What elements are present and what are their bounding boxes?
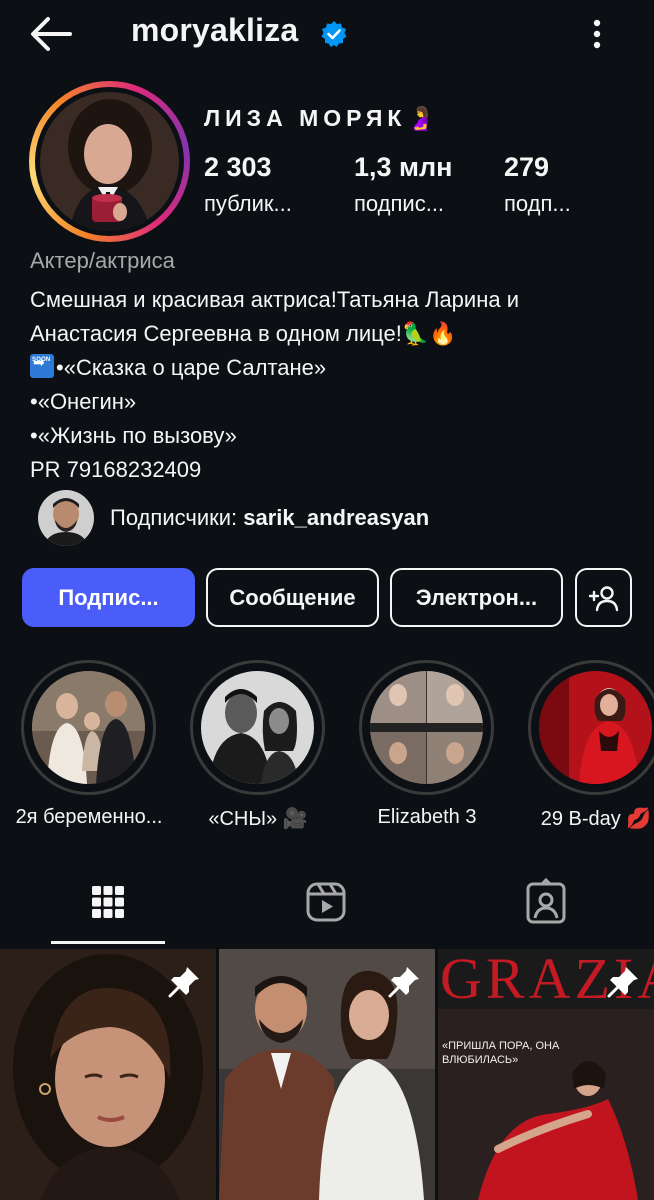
active-tab-indicator	[51, 941, 165, 944]
magazine-headline: «ПРИШЛА ПОРА, ОНА ВЛЮБИЛАСЬ»	[442, 1040, 560, 1066]
post-thumbnail[interactable]	[0, 949, 216, 1200]
profile-tabs	[0, 858, 654, 946]
bio-line: •«Онегин»	[30, 389, 137, 414]
pinned-post-icon	[388, 967, 419, 998]
display-name-text: ЛИЗА МОРЯК	[204, 105, 407, 131]
pinned-post-icon	[168, 967, 199, 998]
post-thumbnail[interactable]: GRAZIA «ПРИШЛА ПОРА, ОНА ВЛЮБИЛАСЬ»	[438, 949, 654, 1200]
highlight-label: 29 B-day 💋	[540, 808, 652, 830]
stat-posts[interactable]: 2 303 публик...	[204, 152, 292, 217]
stat-following-label: подп...	[504, 191, 571, 216]
tagged-icon[interactable]	[522, 878, 570, 926]
profile-header: moryakliza	[0, 0, 654, 66]
highlight-cover	[539, 671, 652, 784]
pregnant-emoji-icon: 🤰	[406, 105, 436, 131]
reels-icon[interactable]	[302, 878, 350, 926]
profile-display-name: ЛИЗА МОРЯК🤰	[204, 105, 435, 132]
suggest-users-button[interactable]	[575, 568, 632, 627]
posts-grid: GRAZIA «ПРИШЛА ПОРА, ОНА ВЛЮБИЛАСЬ»	[0, 949, 654, 1200]
bio-line: Смешная и красивая актриса!Татьяна Ларин…	[30, 287, 519, 312]
mutual-follower-avatar	[38, 490, 94, 546]
mutual-follower-username: sarik_andreasyan	[243, 505, 430, 530]
bio-line: Анастасия Сергеевна в одном лице!🦜🔥	[30, 321, 457, 346]
stat-following[interactable]: 279 подп...	[504, 152, 571, 217]
stat-posts-count: 2 303	[204, 152, 272, 182]
grid-icon[interactable]	[84, 878, 132, 926]
stat-followers[interactable]: 1,3 млн подпис...	[354, 152, 452, 217]
arrow-left-icon[interactable]	[28, 14, 74, 54]
add-person-icon	[588, 585, 618, 611]
mutual-followers-text: Подписчики: sarik_andreasyan	[110, 505, 430, 530]
bio-line: •«Жизнь по вызову»	[30, 423, 237, 448]
email-button[interactable]: Электрон...	[390, 568, 563, 627]
stat-followers-label: подпис...	[354, 191, 445, 216]
soon-arrow-emoji-icon: ➡ SOON	[30, 354, 54, 378]
profile-avatar-story-ring[interactable]	[29, 81, 190, 242]
profile-username: moryakliza	[131, 12, 299, 48]
follow-button[interactable]: Подпис...	[22, 568, 195, 627]
stat-following-count: 279	[504, 152, 550, 182]
verified-badge-icon	[321, 21, 347, 47]
message-button[interactable]: Сообщение	[206, 568, 379, 627]
highlight-cover	[201, 671, 314, 784]
post-thumbnail[interactable]	[219, 949, 435, 1200]
bio-line: ➡ SOON •«Сказка о царе Салтане»	[30, 354, 327, 380]
stat-posts-label: публик...	[204, 191, 292, 216]
highlight-cover	[370, 671, 483, 784]
bio-line: PR 79168232409	[30, 457, 202, 482]
stat-followers-count: 1,3 млн	[354, 152, 453, 182]
kebab-menu-icon[interactable]	[582, 14, 612, 54]
profile-avatar	[40, 92, 179, 231]
highlight-cover	[32, 671, 145, 784]
profile-category: Актер/актриса	[30, 248, 175, 273]
pinned-post-icon	[607, 967, 638, 998]
profile-bio: Смешная и красивая актриса!Татьяна Ларин…	[30, 283, 630, 487]
